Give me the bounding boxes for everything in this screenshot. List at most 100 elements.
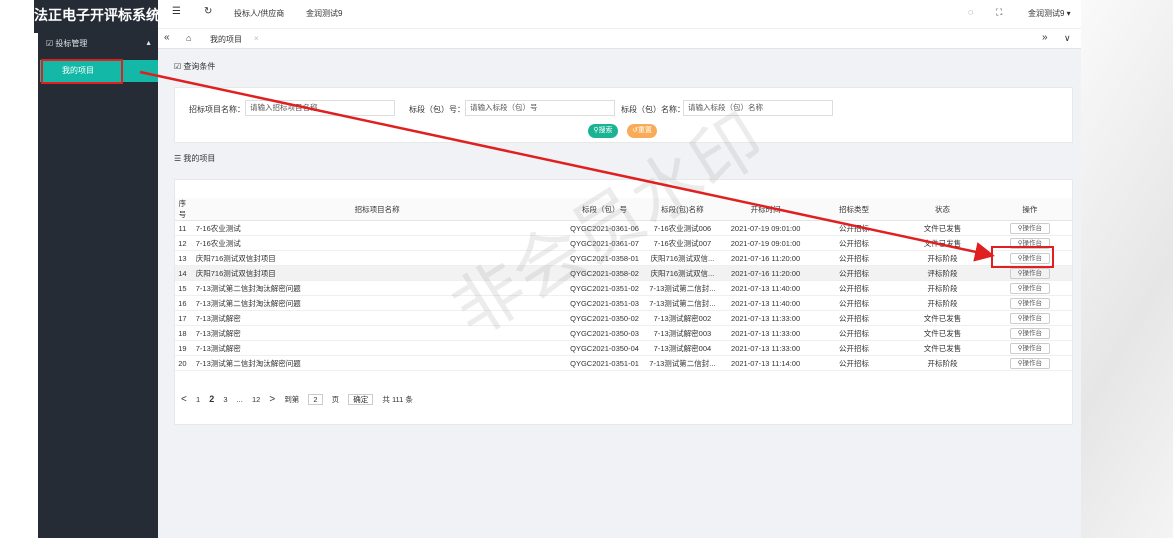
tab-dropdown-icon[interactable]: ∨ (1064, 33, 1071, 44)
row-action-cell: ⚲操作台 (987, 295, 1072, 311)
page-prev-button[interactable]: < (181, 394, 187, 405)
col-header-bid-type: 招标类型 (810, 198, 898, 221)
operation-desk-button[interactable]: ⚲操作台 (1009, 327, 1050, 339)
row-action-cell: ⚲操作台 (987, 355, 1072, 371)
search-button[interactable]: ⚲搜索 (588, 124, 618, 138)
row-action-cell: ⚲操作台 (987, 340, 1072, 356)
operation-desk-button[interactable]: ⚲操作台 (1009, 222, 1050, 234)
page-3-button[interactable]: 3 (223, 395, 227, 404)
row-bid-type: 公开招标 (810, 220, 898, 236)
page-12-button[interactable]: 12 (252, 395, 260, 404)
goto-confirm-button[interactable]: 确定 (348, 394, 374, 405)
row-status: 文件已发售 (897, 310, 988, 326)
row-project-name: 7-13测试第二信封淘汰解密问题 (189, 295, 565, 311)
row-open-time: 2021-07-13 11:33:00 (720, 310, 811, 326)
row-status: 开标阶段 (897, 355, 988, 371)
home-icon[interactable]: ⌂ (186, 33, 191, 43)
refresh-icon[interactable]: ↻ (204, 6, 212, 17)
row-open-time: 2021-07-13 11:33:00 (720, 340, 811, 356)
fullscreen-icon[interactable]: ⛶ (996, 7, 1002, 18)
menu-toggle-icon[interactable]: ☰ (172, 6, 181, 17)
row-status: 文件已发售 (897, 235, 988, 251)
sidebar-group-bid-management[interactable]: ☑ 投标管理 ▲ (38, 33, 158, 55)
tab-scroll-right-icon[interactable]: » (1042, 32, 1048, 43)
list-panel: 序号 招标项目名称 标段（包）号 标段(包)名称 开标时间 招标类型 状态 操作… (174, 179, 1073, 425)
row-action-cell: ⚲操作台 (987, 325, 1072, 341)
operation-desk-button[interactable]: ⚲操作台 (1009, 282, 1050, 294)
goto-page-input[interactable]: 2 (308, 394, 323, 405)
page-1-button[interactable]: 1 (196, 395, 200, 404)
row-bid-type: 公开招标 (810, 235, 898, 251)
row-no: 17 (175, 310, 190, 326)
page-unit-label: 页 (331, 395, 340, 404)
operation-desk-label: 操作台 (1022, 359, 1042, 367)
row-section-no: QYGC2021-0358-02 (564, 265, 645, 281)
row-status: 开标阶段 (897, 280, 988, 296)
operation-desk-label: 操作台 (1022, 329, 1042, 337)
project-table: 序号 招标项目名称 标段（包）号 标段(包)名称 开标时间 招标类型 状态 操作… (175, 198, 1072, 371)
row-no: 16 (175, 295, 190, 311)
reset-button[interactable]: ↺重置 (627, 124, 657, 138)
row-section-name: 7-13测试解密002 (644, 310, 721, 326)
user-label: 金润测试9 (306, 9, 343, 18)
page-ellipsis: ... (236, 395, 243, 404)
table-row: 17 7-13测试解密 QYGC2021-0350-02 7-13测试解密002 202… (175, 310, 1072, 326)
page-2-button[interactable]: 2 (209, 394, 214, 404)
theme-icon[interactable]: ◌ (968, 7, 973, 17)
row-open-time: 2021-07-13 11:40:00 (720, 295, 811, 311)
page-next-button[interactable]: > (269, 394, 275, 405)
project-name-input[interactable]: 请输入招标项目名称 (245, 100, 395, 116)
row-bid-type: 公开招标 (810, 310, 898, 326)
row-project-name: 7-16农业测试 (189, 235, 565, 251)
operation-desk-button[interactable]: ⚲操作台 (1009, 297, 1050, 309)
tab-bar: « ⌂ 我的项目 × » ∨ (158, 29, 1081, 49)
row-no: 18 (175, 325, 190, 341)
project-name-label: 招标项目名称： (189, 105, 245, 114)
row-action-cell: ⚲操作台 (987, 310, 1072, 326)
operation-desk-label: 操作台 (1022, 284, 1042, 292)
row-bid-type: 公开招标 (810, 325, 898, 341)
list-icon: ☰ (174, 154, 184, 163)
row-section-name: 7-13测试第二信封... (644, 295, 721, 311)
row-project-name: 7-13测试第二信封淘汰解密问题 (189, 280, 565, 296)
query-panel: 招标项目名称： 请输入招标项目名称 标段（包）号： 请输入标段（包）号 标段（包… (174, 87, 1073, 143)
operation-desk-label: 操作台 (1022, 224, 1042, 232)
row-open-time: 2021-07-13 11:14:00 (720, 355, 811, 371)
operation-desk-button[interactable]: ⚲操作台 (1009, 357, 1050, 369)
row-section-no: QYGC2021-0350-02 (564, 310, 645, 326)
list-section-title: ☰ 我的项目 (174, 154, 216, 163)
tab-close-icon[interactable]: × (254, 34, 259, 43)
row-status: 文件已发售 (897, 220, 988, 236)
col-header-project-name: 招标项目名称 (189, 198, 565, 221)
query-section-title: ☑ 查询条件 (174, 62, 216, 71)
sidebar-group-label: 投标管理 (55, 39, 88, 48)
col-header-open-time: 开标时间 (720, 198, 811, 221)
row-section-name: 7-16农业测试006 (644, 220, 721, 236)
account-menu[interactable]: 金润测试9 ▾ (1028, 8, 1071, 19)
operation-desk-button[interactable]: ⚲操作台 (1009, 312, 1050, 324)
row-no: 11 (175, 220, 190, 236)
row-section-name: 庆阳716测试双信... (644, 265, 721, 281)
operation-desk-button[interactable]: ⚲操作台 (1009, 267, 1050, 279)
tab-my-projects[interactable]: 我的项目 (210, 34, 242, 45)
row-section-name: 7-13测试解密004 (644, 340, 721, 356)
folder-icon: ☑ (46, 39, 56, 48)
operation-desk-button[interactable]: ⚲操作台 (1009, 342, 1050, 354)
operation-desk-label: 操作台 (1022, 299, 1042, 307)
row-section-no: QYGC2021-0351-01 (564, 355, 645, 371)
row-action-cell: ⚲操作台 (987, 220, 1072, 236)
table-row: 20 7-13测试第二信封淘汰解密问题 QYGC2021-0351-01 7-13测试… (175, 355, 1072, 371)
row-section-name: 7-13测试第二信封... (644, 280, 721, 296)
main-content: ☑ 查询条件 招标项目名称： 请输入招标项目名称 标段（包）号： 请输入标段（包… (158, 49, 1081, 538)
row-no: 15 (175, 280, 190, 296)
col-header-status: 状态 (897, 198, 988, 221)
row-section-name: 7-13测试第二信封... (644, 355, 721, 371)
row-open-time: 2021-07-13 11:40:00 (720, 280, 811, 296)
row-bid-type: 公开招标 (810, 340, 898, 356)
section-name-input[interactable]: 请输入标段（包）名称 (683, 100, 833, 116)
section-name-label: 标段（包）名称： (621, 105, 685, 114)
tab-scroll-left-icon[interactable]: « (164, 32, 170, 43)
section-no-input[interactable]: 请输入标段（包）号 (465, 100, 615, 116)
row-section-name: 7-13测试解密003 (644, 325, 721, 341)
operation-desk-label: 操作台 (1022, 344, 1042, 352)
